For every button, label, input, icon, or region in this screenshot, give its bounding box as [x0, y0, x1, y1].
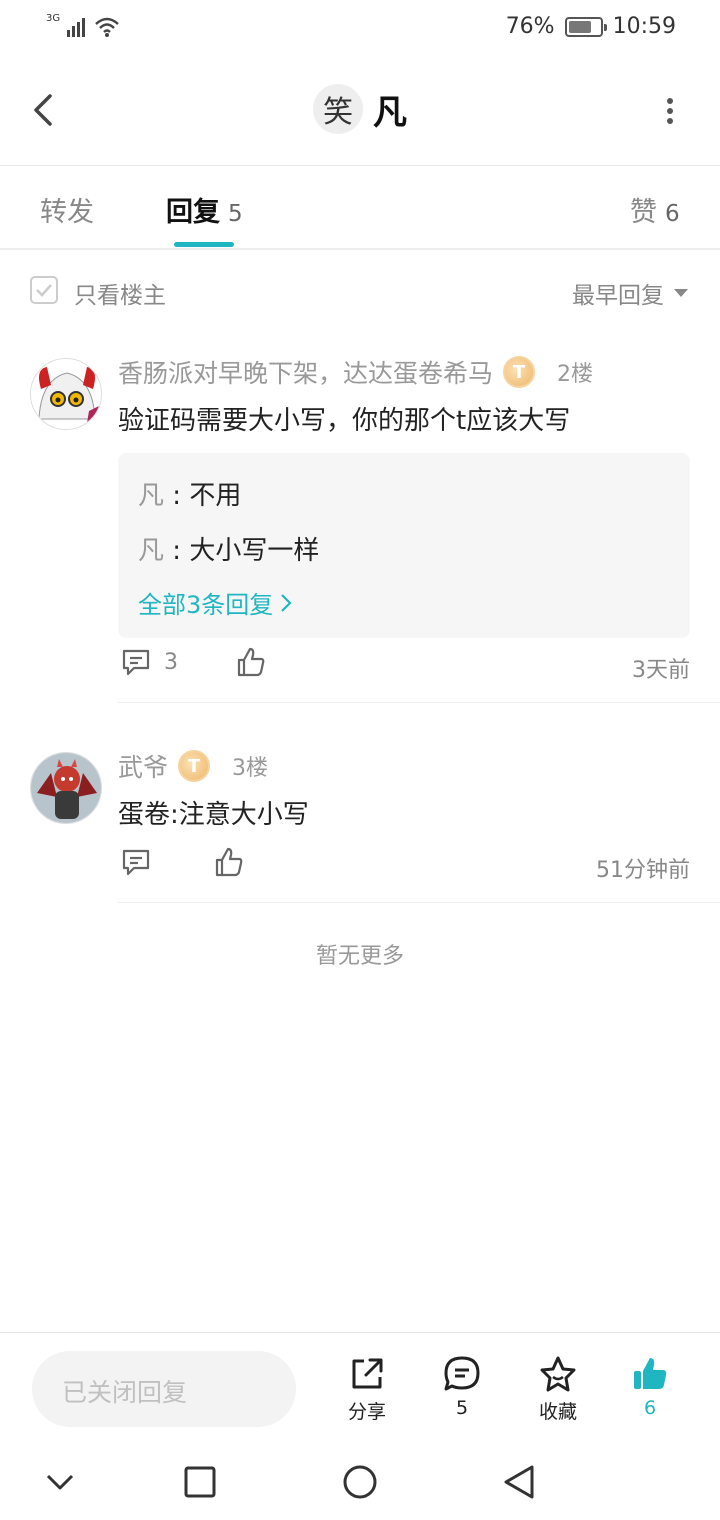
reply-button[interactable]: 3	[120, 646, 178, 678]
tab-likes[interactable]: 赞6	[630, 190, 680, 229]
thumbs-up-icon	[215, 847, 243, 877]
no-more-text: 暂无更多	[315, 944, 404, 969]
level-badge: T	[503, 356, 536, 388]
signal-area: 3G	[46, 14, 120, 38]
thumbs-up-icon	[237, 647, 265, 677]
chevron-right-icon	[281, 593, 292, 612]
commenter-name[interactable]: 香肠派对早晚下架，达达蛋卷希马	[118, 354, 493, 390]
comments-button[interactable]: 5	[432, 1355, 492, 1419]
status-bar: 3G 76% 10:59	[0, 0, 720, 56]
sub-reply-author[interactable]: 凡	[138, 481, 164, 511]
comment-icon	[122, 849, 150, 876]
signal-icon	[67, 18, 86, 37]
share-button[interactable]: 分享	[337, 1355, 397, 1424]
user-avatar[interactable]: 笑	[313, 84, 363, 134]
level-badge: T	[178, 750, 211, 782]
network-type: 3G	[46, 13, 61, 24]
commenter-name[interactable]: 武爷	[118, 748, 168, 784]
only-op-label[interactable]: 只看楼主	[74, 276, 166, 310]
anime-avatar-image	[31, 359, 101, 429]
reply-button[interactable]	[120, 846, 152, 878]
floor-number: 2楼	[557, 362, 594, 387]
comment-actions: 51分钟前	[118, 846, 690, 886]
like-total: 6	[643, 1397, 657, 1419]
sub-replies[interactable]: 凡 : 不用 凡 : 大小写一样 全部3条回复	[118, 453, 690, 638]
like-total-button[interactable]: 6	[620, 1355, 680, 1419]
comment-time: 3天前	[632, 658, 690, 683]
collapse-down-icon[interactable]	[40, 1462, 80, 1502]
sub-reply-text: 不用	[189, 481, 242, 511]
tab-replies-count: 5	[228, 201, 243, 227]
divider	[118, 902, 720, 903]
home-icon[interactable]	[340, 1462, 380, 1502]
like-button[interactable]	[214, 846, 244, 878]
more-icon[interactable]	[660, 96, 680, 126]
filter-bar: 只看楼主 最早回复	[0, 250, 720, 332]
sub-reply-author[interactable]: 凡	[138, 536, 164, 566]
clock: 10:59	[612, 14, 676, 39]
chat-bubble-icon	[444, 1356, 480, 1391]
tab-forward-label: 转发	[40, 197, 94, 228]
sort-label: 最早回复	[572, 283, 664, 309]
like-button[interactable]	[236, 646, 266, 678]
comment-time: 51分钟前	[596, 858, 690, 883]
sub-reply: 凡 : 大小写一样	[138, 530, 670, 567]
active-tab-indicator	[174, 242, 234, 247]
tab-replies[interactable]: 回复 5	[166, 190, 243, 229]
sort-dropdown[interactable]: 最早回复	[572, 276, 688, 310]
sub-reply: 凡 : 不用	[138, 475, 670, 512]
commenter-avatar[interactable]	[30, 358, 102, 430]
sub-reply-separator: :	[164, 536, 190, 566]
caret-down-icon	[674, 289, 688, 297]
comment-total: 5	[455, 1397, 469, 1419]
floor-number: 3楼	[232, 756, 269, 781]
tab-replies-label: 回复	[166, 197, 220, 228]
only-op-checkbox[interactable]	[30, 276, 58, 304]
comment-icon	[122, 649, 150, 676]
tab-likes-count: 6	[665, 201, 680, 227]
bottom-action-bar: 已关闭回复 分享 5 收藏 6	[0, 1332, 720, 1442]
sub-reply-separator: :	[164, 481, 190, 511]
recents-icon[interactable]	[180, 1462, 220, 1502]
view-all-replies-link[interactable]: 全部3条回复	[138, 585, 670, 620]
comment-actions: 3 3天前	[118, 646, 690, 686]
system-nav-bar	[0, 1442, 720, 1520]
view-all-replies-label: 全部3条回复	[138, 591, 274, 619]
title-bar: 笑 凡	[0, 56, 720, 166]
reply-input-disabled: 已关闭回复	[32, 1351, 296, 1427]
star-icon	[540, 1356, 576, 1392]
share-label: 分享	[347, 1401, 386, 1423]
reply-count: 3	[164, 649, 178, 675]
comment-text: 验证码需要大小写，你的那个t应该大写	[118, 406, 571, 436]
commenter-avatar[interactable]	[30, 752, 102, 824]
battery-percent: 76%	[505, 14, 555, 39]
back-triangle-icon[interactable]	[500, 1462, 540, 1502]
comment-meta: 香肠派对早晚下架，达达蛋卷希马 T 2楼	[118, 354, 593, 390]
comment-text: 蛋卷:注意大小写	[118, 800, 309, 830]
tab-bar: 转发 回复 5 赞6	[0, 166, 720, 250]
favorite-label: 收藏	[538, 1401, 577, 1423]
share-icon	[352, 1358, 383, 1389]
character-avatar-image	[31, 753, 101, 823]
thumbs-up-filled-icon	[634, 1358, 667, 1389]
wifi-icon	[95, 17, 119, 37]
tab-forward[interactable]: 转发	[40, 190, 94, 229]
favorite-button[interactable]: 收藏	[528, 1355, 588, 1424]
page-title: 凡	[373, 92, 407, 133]
sub-reply-text: 大小写一样	[189, 536, 320, 566]
divider	[118, 702, 720, 703]
comment-meta: 武爷 T 3楼	[118, 748, 268, 784]
battery-icon	[564, 16, 607, 37]
check-icon	[36, 284, 52, 297]
tab-likes-label: 赞	[630, 197, 657, 228]
